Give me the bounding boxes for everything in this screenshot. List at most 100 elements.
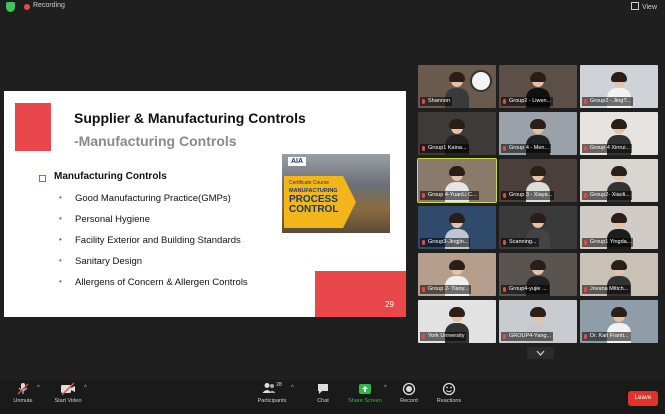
participant-name: Group2 - Liwen... bbox=[501, 97, 554, 106]
person-hair bbox=[449, 166, 465, 176]
participant-name: Group3-Jingjin... bbox=[420, 238, 471, 247]
participant-name: Group 3 - Xiaya... bbox=[501, 191, 555, 200]
person-hair bbox=[611, 213, 627, 223]
participant-name-text: Group3-Jingjin... bbox=[428, 239, 469, 245]
participants-count: 28 bbox=[276, 382, 282, 388]
slide-page-number: 29 bbox=[385, 300, 394, 309]
participant-name-text: Group 4 Xinrui... bbox=[590, 145, 631, 151]
participant-name-text: Scanning... bbox=[509, 239, 537, 245]
security-shield-icon[interactable] bbox=[6, 2, 15, 12]
section-bullet-icon bbox=[39, 175, 46, 182]
recording-label: Recording bbox=[33, 2, 65, 9]
participant-name-text: Group2- Xiaoli... bbox=[590, 192, 630, 198]
recording-icon bbox=[24, 4, 30, 10]
participant-tile[interactable]: Jovana Mitich... bbox=[580, 253, 658, 296]
person-hair bbox=[449, 260, 465, 270]
participant-name: Group 4 - Men... bbox=[501, 144, 552, 153]
participant-name-text: Jovana Mitich... bbox=[590, 286, 629, 292]
participant-tile[interactable]: Group1 Kaina... bbox=[418, 112, 496, 155]
muted-mic-icon bbox=[503, 240, 506, 245]
certificate-course-label: Certificate Course bbox=[289, 180, 330, 186]
muted-mic-icon bbox=[503, 287, 506, 292]
chat-button[interactable]: Chat bbox=[313, 382, 333, 404]
participants-icon bbox=[262, 383, 276, 393]
participant-name-text: York University bbox=[428, 333, 465, 339]
participant-name-text: Group1 Yingda... bbox=[590, 239, 632, 245]
participant-tile[interactable]: Group3-Jingjin... bbox=[418, 206, 496, 249]
participant-name: Jovana Mitich... bbox=[582, 285, 631, 294]
leave-button[interactable]: Leave bbox=[628, 391, 658, 406]
participant-name: Group4-yujie ... bbox=[501, 285, 549, 294]
participant-name: York University bbox=[420, 332, 467, 341]
person-hair bbox=[611, 119, 627, 129]
share-options-caret-icon[interactable]: ^ bbox=[384, 385, 387, 391]
participant-tile[interactable]: Scanning... bbox=[499, 206, 577, 249]
gallery-next-page-button[interactable] bbox=[527, 347, 554, 359]
list-item: Personal Hygiene bbox=[59, 214, 248, 235]
participant-name-text: Shannon bbox=[428, 98, 451, 104]
participant-name-text: Group 4 - Men... bbox=[509, 145, 550, 151]
muted-mic-icon bbox=[584, 334, 587, 339]
participant-tile[interactable]: Group 4 - Men... bbox=[499, 112, 577, 155]
participants-options-caret-icon[interactable]: ^ bbox=[291, 385, 294, 391]
chat-label: Chat bbox=[317, 398, 329, 404]
participant-name: Group2 - JingT... bbox=[582, 97, 633, 106]
record-button[interactable]: Record bbox=[397, 382, 421, 404]
participants-button[interactable]: 28 Participants bbox=[254, 382, 290, 404]
participant-tile[interactable]: Group 2- Tiany... bbox=[418, 253, 496, 296]
person-hair bbox=[530, 260, 546, 270]
audio-options-caret-icon[interactable]: ^ bbox=[37, 385, 40, 391]
muted-mic-icon bbox=[422, 240, 425, 245]
view-button[interactable]: View bbox=[630, 2, 657, 11]
slide-section-heading: Manufacturing Controls bbox=[54, 171, 167, 182]
participant-tile[interactable]: York University bbox=[418, 300, 496, 343]
view-label: View bbox=[641, 4, 657, 11]
participant-tile[interactable]: Group2 - Liwen... bbox=[499, 65, 577, 108]
participant-name: GROUP4-Yang... bbox=[501, 332, 554, 341]
person-hair bbox=[611, 166, 627, 176]
share-screen-icon bbox=[359, 384, 371, 394]
list-item: Allergens of Concern & Allergen Controls bbox=[59, 277, 248, 298]
share-screen-label: Share Screen bbox=[348, 398, 382, 404]
muted-mic-icon bbox=[503, 334, 506, 339]
share-screen-button[interactable]: Share Screen bbox=[346, 382, 384, 404]
muted-mic-icon bbox=[584, 99, 587, 104]
muted-mic-icon bbox=[422, 334, 425, 339]
participant-tile[interactable]: Group 4 Xinrui... bbox=[580, 112, 658, 155]
start-video-button[interactable]: Start Video bbox=[51, 382, 85, 404]
muted-mic-icon bbox=[422, 193, 425, 198]
participant-tile[interactable]: Dr. Karl Franti... bbox=[580, 300, 658, 343]
participant-name-text: GROUP4-Yang... bbox=[509, 333, 552, 339]
participant-tile[interactable]: Shannon bbox=[418, 65, 496, 108]
participant-tile[interactable]: GROUP4-Yang... bbox=[499, 300, 577, 343]
record-icon bbox=[402, 382, 416, 396]
participant-tile[interactable]: Group2 - JingT... bbox=[580, 65, 658, 108]
participant-name: Group1 Yingda... bbox=[582, 238, 634, 247]
person-hair bbox=[530, 72, 546, 82]
unmute-button[interactable]: Unmute bbox=[10, 382, 36, 404]
person-hair bbox=[611, 307, 627, 317]
muted-mic-icon bbox=[584, 193, 587, 198]
person-hair bbox=[449, 72, 465, 82]
participant-tile[interactable]: Group4-yujie ... bbox=[499, 253, 577, 296]
reactions-button[interactable]: Reactions bbox=[434, 382, 464, 404]
aia-logo: AIA bbox=[288, 157, 307, 166]
video-options-caret-icon[interactable]: ^ bbox=[84, 385, 87, 391]
muted-mic-icon bbox=[422, 287, 425, 292]
top-bar: Recording View bbox=[0, 0, 665, 14]
participants-label: Participants bbox=[257, 398, 287, 404]
person-hair bbox=[449, 119, 465, 129]
reactions-smiley-icon bbox=[442, 382, 456, 396]
participant-name: Dr. Karl Franti... bbox=[582, 332, 631, 341]
participant-tile[interactable]: Group 3 - Xiaya... bbox=[499, 159, 577, 202]
slide-corner-block bbox=[315, 271, 406, 317]
participant-name-text: Group2 - JingT... bbox=[590, 98, 631, 104]
muted-microphone-icon bbox=[17, 383, 29, 395]
participant-tile[interactable]: Group2- Xiaoli... bbox=[580, 159, 658, 202]
participant-name: Group 4 Xinrui... bbox=[582, 144, 633, 153]
participant-name-text: Group 4-YuanLi C... bbox=[428, 192, 477, 198]
participant-tile[interactable]: Group1 Yingda... bbox=[580, 206, 658, 249]
list-item: Good Manufacturing Practice(GMPs) bbox=[59, 193, 248, 214]
slide-title: Supplier & Manufacturing Controls bbox=[74, 110, 306, 126]
participant-tile[interactable]: Group 4-YuanLi C... bbox=[417, 158, 497, 203]
